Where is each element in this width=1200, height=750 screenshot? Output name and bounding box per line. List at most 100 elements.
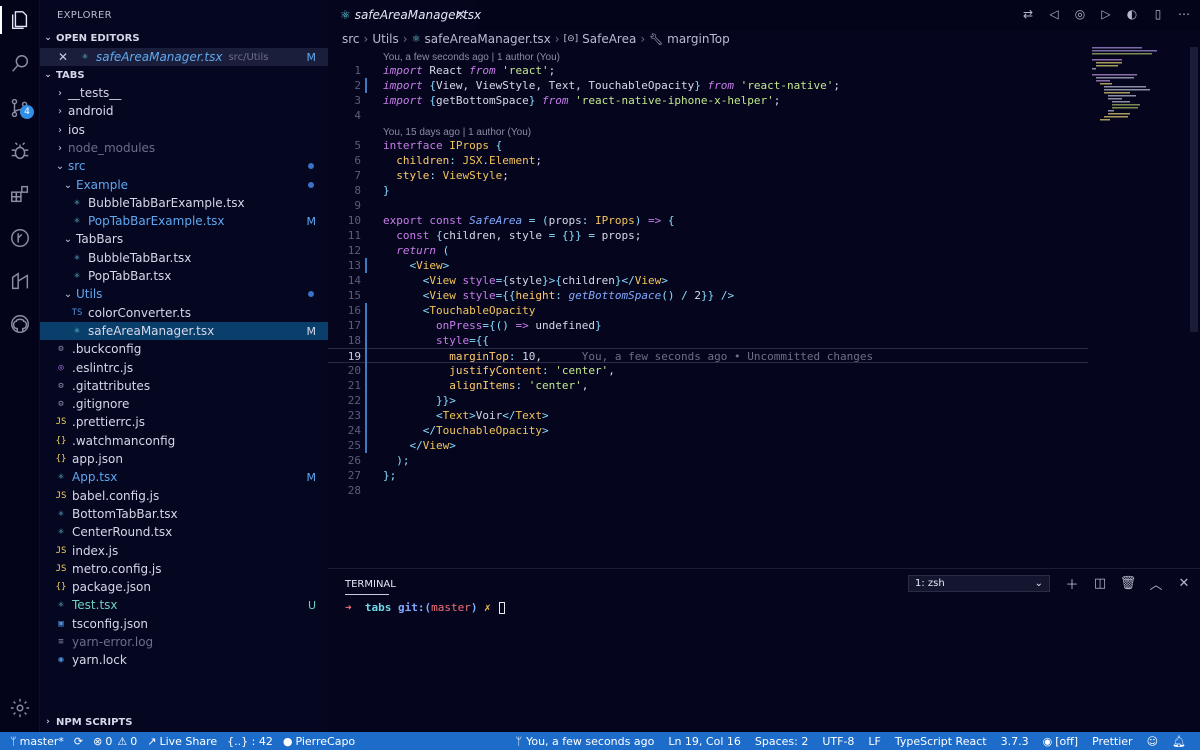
- tree-file[interactable]: {} package.json: [40, 578, 328, 596]
- tree-file[interactable]: ⚛ BubbleTabBar.tsx: [40, 249, 328, 267]
- tree-file[interactable]: ⚛ PopTabBarExample.tsx M: [40, 212, 328, 230]
- breadcrumb-item[interactable]: marginTop: [667, 32, 730, 46]
- terminal-tab[interactable]: TERMINAL: [345, 579, 396, 590]
- tree-file[interactable]: JS metro.config.js: [40, 560, 328, 578]
- terminal-shell-select[interactable]: 1: zsh ⌄: [908, 575, 1050, 592]
- tree-file[interactable]: ≡ yarn-error.log: [40, 633, 328, 651]
- encoding[interactable]: UTF-8: [822, 735, 854, 748]
- symbol-count[interactable]: {..} : 42: [227, 735, 273, 748]
- timeline-icon[interactable]: ◎: [1072, 6, 1088, 22]
- close-panel-icon[interactable]: ✕: [1176, 575, 1192, 591]
- live-share-button[interactable]: ↗ Live Share: [147, 735, 217, 748]
- compare-changes-icon[interactable]: ⇄: [1020, 6, 1036, 22]
- tree-folder[interactable]: ⌄ Utils: [40, 285, 328, 303]
- cursor-position[interactable]: Ln 19, Col 16: [668, 735, 741, 748]
- json-icon: {}: [55, 454, 67, 464]
- tree-file[interactable]: ⚙ .gitattributes: [40, 377, 328, 395]
- problems-indicator[interactable]: ⊗ 0 ⚠ 0: [93, 735, 137, 748]
- github-icon: ●: [282, 734, 293, 748]
- search-icon[interactable]: [8, 52, 32, 76]
- explorer-icon[interactable]: [8, 8, 32, 32]
- blame-toggle-icon[interactable]: ◐: [1124, 6, 1140, 22]
- tree-label: babel.config.js: [72, 489, 160, 503]
- tree-file[interactable]: ⚛ CenterRound.tsx: [40, 523, 328, 541]
- go-back-icon[interactable]: ◁: [1046, 6, 1062, 22]
- github-user[interactable]: ● PierreCapo: [283, 735, 355, 748]
- tree-folder[interactable]: › android: [40, 102, 328, 120]
- git-status-badge: M: [306, 324, 317, 338]
- tree-file[interactable]: JS .prettierrc.js: [40, 413, 328, 431]
- tree-folder[interactable]: ⌄ Example: [40, 176, 328, 194]
- tree-folder[interactable]: ⌄ src: [40, 157, 328, 175]
- tree-file[interactable]: ⚛ App.tsx M: [40, 468, 328, 486]
- open-editors-header[interactable]: ⌄ OPEN EDITORS: [40, 29, 328, 47]
- live-share-icon[interactable]: [8, 269, 32, 293]
- tree-file[interactable]: ⚙ .gitignore: [40, 395, 328, 413]
- language-mode[interactable]: TypeScript React: [895, 735, 987, 748]
- tree-folder[interactable]: › ios: [40, 121, 328, 139]
- tree-file[interactable]: {} app.json: [40, 450, 328, 468]
- open-editor-item[interactable]: ✕ ⚛ safeAreaManager.tsx src/Utils M: [40, 48, 328, 66]
- go-forward-icon[interactable]: ▷: [1098, 6, 1114, 22]
- split-terminal-icon[interactable]: ◫: [1092, 575, 1108, 591]
- blame-indicator[interactable]: ᛘ You, a few seconds ago: [515, 735, 654, 748]
- git-graph-icon[interactable]: [8, 226, 32, 250]
- tree-label: .gitattributes: [72, 379, 151, 393]
- breadcrumb-item[interactable]: src: [342, 32, 360, 46]
- tree-file[interactable]: {} .watchmanconfig: [40, 432, 328, 450]
- branch-indicator[interactable]: ᛘ master*: [10, 735, 64, 748]
- sync-icon[interactable]: ⟳: [74, 735, 83, 748]
- broadcast-toggle[interactable]: ◉ [off]: [1043, 735, 1079, 748]
- tree-folder[interactable]: › node_modules: [40, 139, 328, 157]
- split-editor-icon[interactable]: ▯: [1150, 6, 1166, 22]
- github-icon[interactable]: [8, 312, 32, 336]
- folder-header[interactable]: ⌄ TABS: [40, 66, 328, 84]
- more-actions-icon[interactable]: ⋯: [1176, 6, 1192, 22]
- npm-scripts-header[interactable]: › NPM SCRIPTS: [40, 713, 328, 731]
- config-icon: ⚙: [58, 399, 64, 409]
- minimap[interactable]: [1092, 47, 1192, 567]
- tree-file[interactable]: JS babel.config.js: [40, 487, 328, 505]
- tree-file[interactable]: ▣ tsconfig.json: [40, 615, 328, 633]
- notifications-icon[interactable]: 🔔︎: [1172, 735, 1186, 748]
- end-of-line[interactable]: LF: [868, 735, 880, 748]
- feedback-icon[interactable]: ☺: [1147, 735, 1158, 748]
- maximize-panel-icon[interactable]: ︿: [1148, 575, 1164, 593]
- terminal-prompt[interactable]: ➜ tabs git:(master) ✗: [345, 601, 506, 614]
- editor-scrollbar[interactable]: [1190, 47, 1198, 332]
- close-icon[interactable]: ✕: [58, 50, 72, 64]
- breadcrumb-item[interactable]: Utils: [372, 32, 398, 46]
- tree-file[interactable]: ◉ yarn.lock: [40, 651, 328, 669]
- settings-gear-icon[interactable]: [8, 696, 32, 720]
- indentation[interactable]: Spaces: 2: [755, 735, 808, 748]
- react-icon: ⚛: [58, 472, 64, 482]
- breadcrumb-item[interactable]: SafeArea: [582, 32, 636, 46]
- debug-icon[interactable]: [8, 139, 32, 163]
- breadcrumb-item[interactable]: safeAreaManager.tsx: [425, 32, 551, 46]
- tree-label: node_modules: [68, 141, 156, 155]
- extensions-icon[interactable]: [8, 182, 32, 206]
- chevron-right-icon: ›: [58, 87, 62, 99]
- tree-file[interactable]: ⚛ BottomTabBar.tsx: [40, 505, 328, 523]
- trash-icon[interactable]: 🗑︎: [1120, 575, 1137, 591]
- tree-label: package.json: [72, 580, 152, 594]
- tree-file[interactable]: JS index.js: [40, 542, 328, 560]
- json-icon: {}: [55, 436, 67, 446]
- tab-safeareamanager[interactable]: ⚛ safeAreaManager.tsx ✕: [328, 0, 481, 30]
- tree-folder[interactable]: ⌄ TabBars: [40, 230, 328, 248]
- tree-file[interactable]: ⚛ safeAreaManager.tsx M: [40, 322, 328, 340]
- tree-label: App.tsx: [72, 470, 118, 484]
- tree-file[interactable]: ◎ .eslintrc.js: [40, 359, 328, 377]
- formatter[interactable]: Prettier: [1092, 735, 1132, 748]
- tree-file[interactable]: ⚛ BubbleTabBarExample.tsx: [40, 194, 328, 212]
- chevron-right-icon: ›: [58, 124, 62, 136]
- tree-file[interactable]: ⚙ .buckconfig: [40, 340, 328, 358]
- ts-version[interactable]: 3.7.3: [1001, 735, 1029, 748]
- tree-folder[interactable]: › __tests__: [40, 84, 328, 102]
- close-icon[interactable]: ✕: [455, 8, 466, 23]
- tree-label: .watchmanconfig: [72, 434, 176, 448]
- tree-file[interactable]: ⚛ PopTabBar.tsx: [40, 267, 328, 285]
- new-terminal-icon[interactable]: ＋: [1064, 575, 1080, 593]
- tree-file[interactable]: ⚛ Test.tsx U: [40, 596, 328, 614]
- tree-file[interactable]: TS colorConverter.ts: [40, 304, 328, 322]
